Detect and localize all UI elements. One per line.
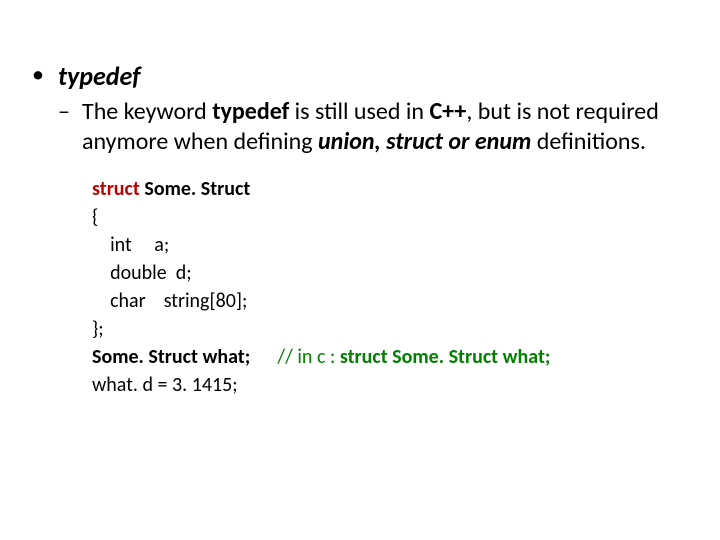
code-comment-bold: struct Some. Struct what; (340, 345, 551, 369)
sub-keywords-list: union, struct or enum (318, 127, 531, 156)
code-line-4: double d; (92, 259, 688, 287)
sub-mid1: is still used in (289, 97, 429, 126)
sub-lang: C++ (429, 97, 466, 126)
code-line-1: struct Some. Struct (92, 175, 688, 203)
dash-marker: – (58, 97, 82, 127)
code-line-2: { (92, 203, 688, 231)
bullet-marker: • (32, 60, 58, 90)
code-line-7: Some. Struct what; // in c : struct Some… (92, 343, 688, 371)
code-line-6: }; (92, 315, 688, 343)
code-line-5: char string[80]; (92, 287, 688, 315)
code-struct-keyword: struct (92, 177, 140, 201)
code-comment: // in c : struct Some. Struct what; (277, 345, 550, 369)
sub-text: The keyword typedef is still used in C++… (82, 97, 688, 157)
sub-bullet-item: – The keyword typedef is still used in C… (32, 97, 688, 157)
code-line-3: int a; (92, 231, 688, 259)
code-struct-name: Some. Struct (140, 177, 250, 201)
code-line-8: what. d = 3. 1415; (92, 371, 688, 399)
sub-post: definitions. (531, 127, 646, 156)
bullet-item: • typedef (32, 60, 688, 93)
sub-pre: The keyword (82, 97, 212, 126)
code-comment-pre: // in c : (277, 345, 339, 369)
bullet-title: typedef (58, 60, 140, 93)
code-decl: Some. Struct what; (92, 345, 277, 369)
code-block: struct Some. Struct { int a; double d; c… (32, 175, 688, 399)
sub-keyword-typedef: typedef (212, 97, 289, 126)
